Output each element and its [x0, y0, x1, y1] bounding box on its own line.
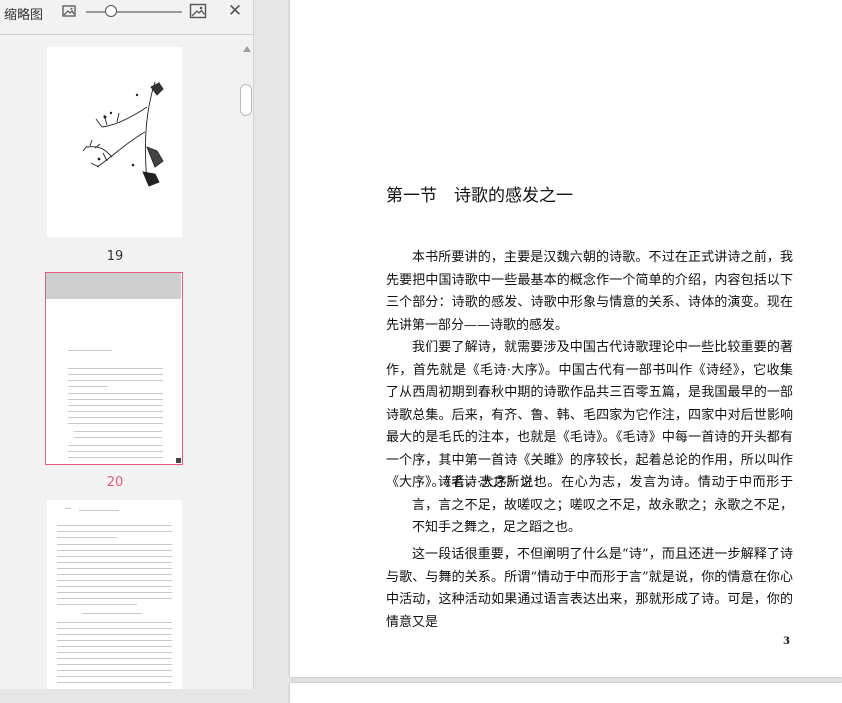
quotation: 诗者，志之所之也。在心为志，发言为诗。情动于中而形于言，言之不足，故嗟叹之；嗟叹… [412, 475, 793, 535]
thumbnail-page-number: 19 [106, 249, 124, 264]
thumbnail-page[interactable] [47, 500, 182, 689]
thumbnail-panel: 缩略图 ✕ 19 20 [0, 0, 254, 689]
next-document-page [290, 683, 842, 703]
thumbnail-selection-header [46, 273, 181, 299]
thumbnail-toolbar: 缩略图 ✕ [0, 0, 254, 26]
paragraph: 这一段话很重要，不但阐明了什么是“诗”，而且还进一步解释了诗与歌、与舞的关系。所… [386, 547, 793, 630]
paragraph: 我们要了解诗，就需要涉及中国古代诗歌理论中一些比较重要的著作，首先就是《毛诗·大… [386, 340, 793, 490]
thumbnail-page-active[interactable] [45, 272, 183, 465]
thumbnail-page-number-active: 20 [106, 475, 124, 490]
scroll-up-arrow-icon[interactable] [243, 46, 251, 52]
thumbnail-scrollbar[interactable] [240, 46, 252, 689]
close-icon[interactable]: ✕ [226, 2, 244, 20]
scrollbar-thumb[interactable] [240, 84, 252, 116]
image-large-icon[interactable] [189, 2, 207, 20]
zoom-slider-handle[interactable] [105, 5, 117, 17]
toolbar-divider [0, 34, 254, 35]
section-heading: 第一节 诗歌的感发之一 [386, 186, 573, 206]
ink-painting-illustration [82, 81, 164, 187]
panel-title: 缩略图 [4, 8, 44, 23]
page-number: 3 [783, 636, 790, 647]
thumbnail-page[interactable] [47, 47, 182, 237]
paragraph: 本书所要讲的，主要是汉魏六朝的诗歌。不过在正式讲诗之前，我先要把中国诗歌中一些最… [386, 250, 793, 333]
zoom-slider[interactable] [86, 5, 182, 17]
document-page: 第一节 诗歌的感发之一 本书所要讲的，主要是汉魏六朝的诗歌。不过在正式讲诗之前，… [290, 0, 842, 677]
image-small-icon[interactable] [61, 3, 77, 19]
